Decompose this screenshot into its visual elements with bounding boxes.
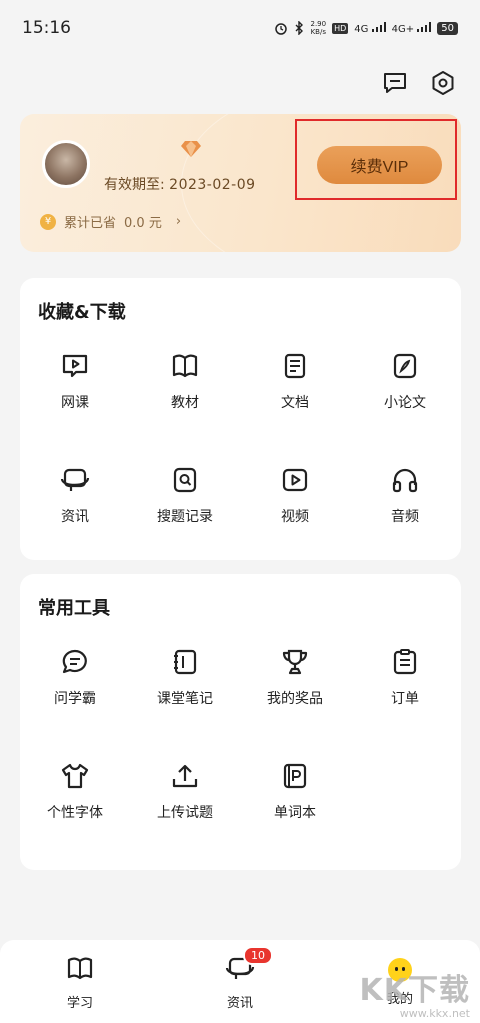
grid-item-online-course[interactable]: 网课 [20,350,130,412]
pen-icon [393,353,417,379]
settings-icon [432,71,454,95]
watermark-logo: KK下载 [359,973,470,1008]
grid-item-news[interactable]: 资讯 [20,464,130,526]
savings-row[interactable]: ¥ 累计已省 0.0 元 › [40,212,181,231]
status-time: 15:16 [22,18,71,38]
net-speed-value: 2.90 [310,20,327,28]
grid-item-word-book[interactable]: 单词本 [240,760,350,822]
nav-label: 学习 [66,996,93,1011]
bluetooth-icon [294,21,304,35]
sim1-signal: 4G [354,21,386,35]
user-avatar[interactable] [42,140,90,188]
notebook-icon [174,649,197,675]
sim1-label: 4G [354,23,369,35]
video-icon [282,468,308,492]
grid-item-audio[interactable]: 音频 [350,464,460,526]
grid-item-label: 视频 [281,509,309,525]
sim2-label: 4G+ [391,23,415,35]
grid-item-label: 个性字体 [47,805,103,821]
grid-item-label: 订单 [391,691,419,707]
grid-item-label: 音频 [391,509,419,525]
grid-item-custom-font[interactable]: 个性字体 [20,760,130,822]
search-record-icon [173,467,197,493]
coin-icon: ¥ [40,213,56,230]
grid-item-label: 上传试题 [157,805,213,821]
document-icon [284,353,306,379]
grid-item-label: 资讯 [61,509,89,525]
vip-diamond-icon [180,140,202,162]
savings-label: 累计已省 [64,216,117,231]
tools-title: 常用工具 [38,598,110,619]
wordbook-icon [283,763,307,789]
headphones-icon [392,468,418,493]
hd-badge: HD [332,22,349,34]
tools-card: 常用工具 问学霸 课堂笔记 我的奖品 订单 个性字体 上传试题 单词本 [20,574,461,870]
top-actions [380,68,458,98]
expiry-date: 2023-02-09 [169,177,256,193]
clipboard-icon [393,649,417,675]
grid-item-paper[interactable]: 小论文 [350,350,460,412]
grid-item-label: 我的奖品 [267,691,323,707]
grid-item-search-record[interactable]: 搜题记录 [130,464,240,526]
message-icon [384,73,406,93]
net-speed-unit: KB/s [310,28,326,36]
grid-item-label: 小论文 [384,395,426,411]
grid-item-class-notes[interactable]: 课堂笔记 [130,646,240,708]
renew-vip-button[interactable]: 续费VIP [317,146,442,184]
grid-item-orders[interactable]: 订单 [350,646,460,708]
favorites-card: 收藏&下载 网课 教材 文档 小论文 资讯 搜题记录 视频 音频 [20,278,461,560]
grid-item-label: 问学霸 [54,691,96,707]
grid-item-document[interactable]: 文档 [240,350,350,412]
nav-item-news[interactable]: 10 资讯 [200,946,280,1011]
grid-item-label: 网课 [61,395,89,411]
savings-amount: 0.0 元 [124,216,162,231]
grid-item-label: 搜题记录 [157,509,213,525]
grid-item-ask-expert[interactable]: 问学霸 [20,646,130,708]
news-badge: 10 [243,946,273,965]
grid-item-label: 文档 [281,395,309,411]
news-icon [60,468,90,491]
video-course-icon [62,354,88,378]
watermark: KK下载 www.kkx.net [360,965,471,1020]
grid-item-label: 课堂笔记 [157,691,213,707]
battery-indicator: 50 [437,21,458,35]
status-bar: 15:16 2.90 KB/s HD 4G 4G+ 50 [0,0,480,56]
sim2-signal: 4G+ [391,21,432,35]
nav-label: 资讯 [226,996,253,1011]
nav-item-study[interactable]: 学习 [40,956,120,1011]
chat-icon [62,649,87,674]
message-button[interactable] [380,68,410,98]
grid-item-textbook[interactable]: 教材 [130,350,240,412]
alarm-icon [274,21,288,35]
grid-item-upload-questions[interactable]: 上传试题 [130,760,240,822]
status-icons: 2.90 KB/s HD 4G 4G+ 50 [274,20,458,36]
tshirt-icon [61,763,89,789]
favorites-title: 收藏&下载 [38,302,126,323]
vip-card: 有效期至: 2023-02-09 续费VIP ¥ 累计已省 0.0 元 › [20,114,461,252]
grid-item-video[interactable]: 视频 [240,464,350,526]
vip-expiry: 有效期至: 2023-02-09 [104,174,256,194]
chevron-right-icon: › [175,214,182,229]
trophy-icon [282,649,308,675]
grid-item-label: 单词本 [274,805,316,821]
net-speed: 2.90 KB/s [310,20,326,36]
expiry-label: 有效期至: [104,177,165,193]
settings-button[interactable] [428,68,458,98]
book-open-icon [67,957,93,980]
grid-item-my-prizes[interactable]: 我的奖品 [240,646,350,708]
grid-item-label: 教材 [171,395,199,411]
upload-icon [172,764,198,788]
book-icon [172,354,198,378]
